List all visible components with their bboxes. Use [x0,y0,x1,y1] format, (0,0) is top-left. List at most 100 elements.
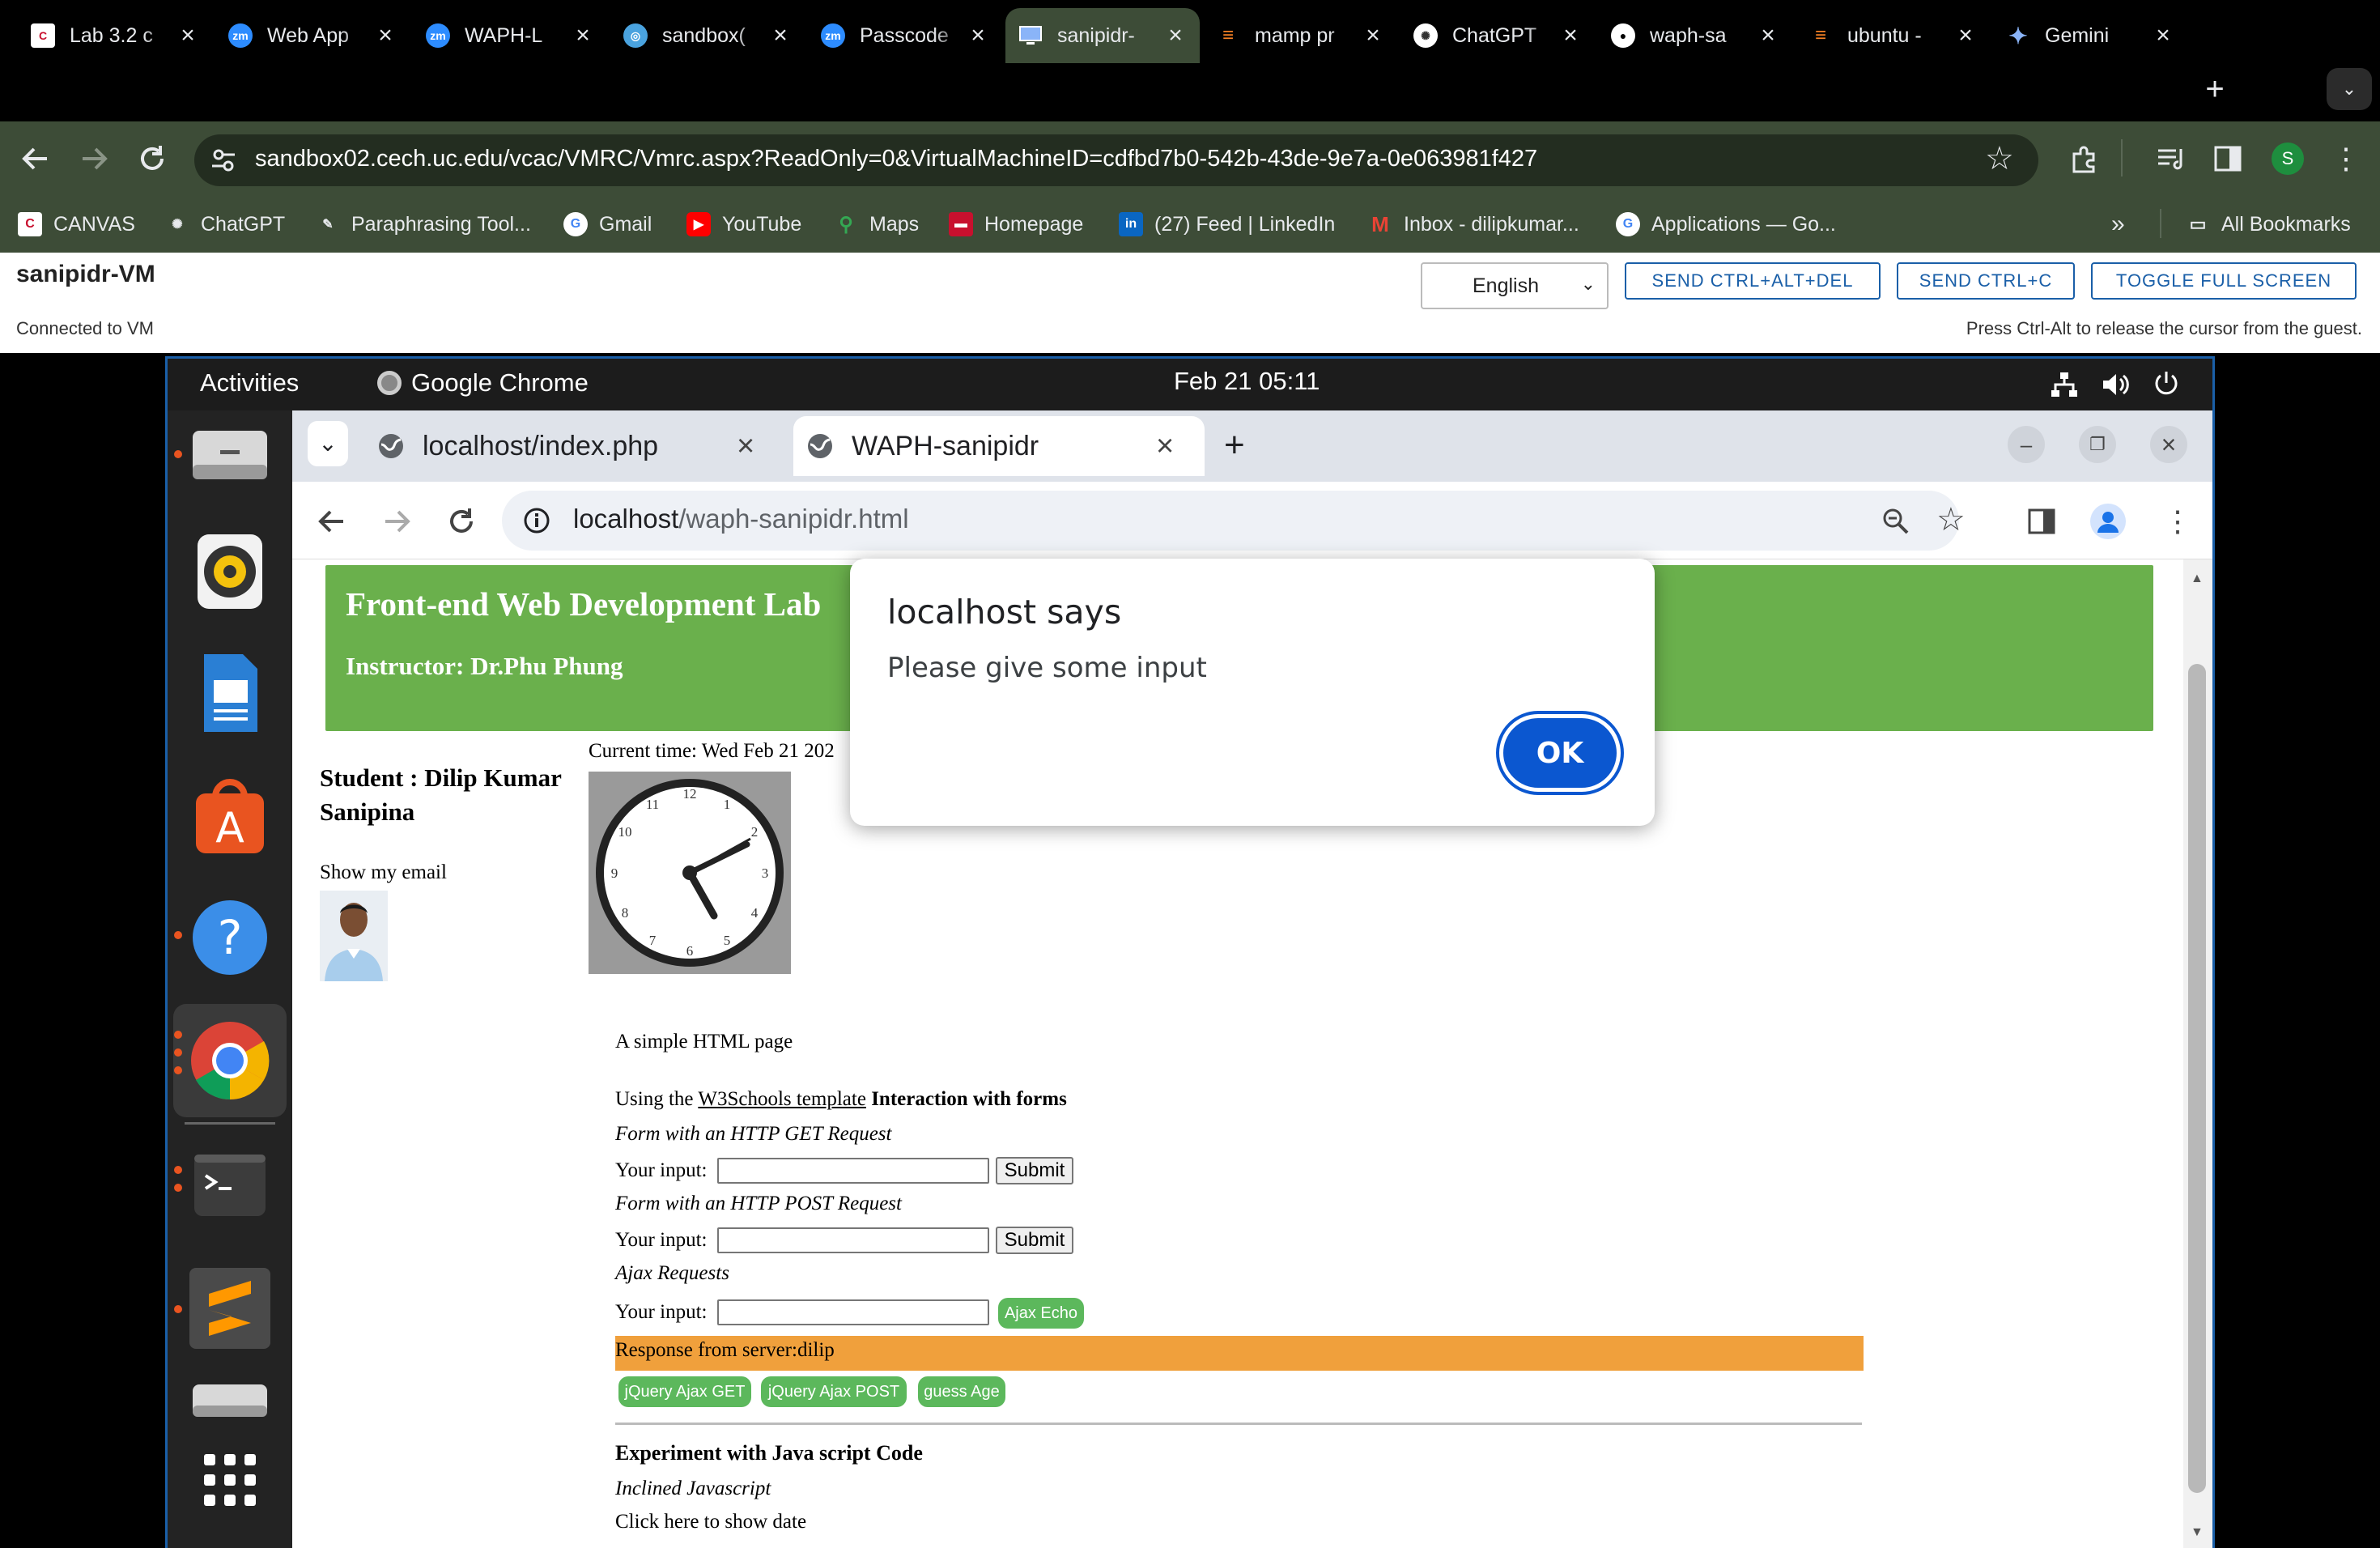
bookmark-item[interactable]: G Gmail [563,209,652,240]
guess-age-button[interactable]: guess Age [918,1376,1005,1407]
media-control-icon[interactable] [2157,144,2187,173]
more-bookmarks-icon[interactable]: » [2111,209,2125,240]
show-applications-icon[interactable] [188,1438,272,1522]
app-menu[interactable]: Google Chrome [377,368,589,398]
bookmark-item[interactable]: G Applications — Go... [1616,209,1836,240]
side-panel-icon[interactable] [2213,144,2242,173]
new-tab-icon[interactable]: + [2197,71,2233,107]
ok-button[interactable]: OK [1499,714,1621,792]
minimize-icon[interactable]: – [2008,426,2045,463]
bookmark-item[interactable]: in (27) Feed | LinkedIn [1119,209,1335,240]
outer-tab[interactable]: ✦ Gemini × [1993,8,2187,63]
outer-tab[interactable]: zm WAPH-L × [413,8,607,63]
back-icon[interactable] [316,505,348,538]
bookmark-item[interactable]: ✎ Paraphrasing Tool... [316,209,531,240]
close-tab-icon[interactable]: × [1156,429,1174,464]
app-center-icon[interactable]: A [188,772,272,857]
removable-drive-icon[interactable] [188,1376,272,1425]
outer-tab[interactable]: ● waph-sa × [1598,8,1792,63]
jquery-ajax-post-button[interactable]: jQuery Ajax POST [761,1376,907,1407]
sublime-text-icon[interactable] [188,1266,272,1350]
outer-tab[interactable]: ✺ ChatGPT × [1400,8,1595,63]
close-tab-icon[interactable]: × [1559,23,1582,48]
restore-icon[interactable]: ❐ [2079,426,2116,463]
ajax-echo-button[interactable]: Ajax Echo [998,1298,1084,1329]
show-date-link[interactable]: Click here to show date [615,1511,806,1533]
close-tab-icon[interactable]: × [1757,23,1779,48]
forward-icon[interactable] [380,505,413,538]
outer-tab[interactable]: ◎ sandbox( × [610,8,805,63]
bookmark-item[interactable]: ✺ ChatGPT [165,209,285,240]
menu-kebab-icon[interactable]: ⋮ [2331,142,2361,175]
jquery-ajax-get-button[interactable]: jQuery Ajax GET [618,1376,751,1407]
scrollbar-thumb[interactable] [2188,664,2206,1493]
profile-avatar[interactable]: S [2272,142,2304,175]
reload-icon[interactable] [136,142,168,175]
scroll-down-icon[interactable]: ▼ [2191,1525,2204,1540]
close-tab-icon[interactable]: × [737,429,754,464]
bookmark-item[interactable]: ▶ YouTube [686,209,801,240]
new-tab-icon[interactable]: + [1224,421,1245,470]
close-tab-icon[interactable]: × [769,23,792,48]
post-submit-button[interactable]: Submit [996,1227,1073,1254]
reload-icon[interactable] [445,505,478,538]
system-clock[interactable]: Feb 21 05:11 [1174,367,1320,396]
rhythmbox-icon[interactable] [188,529,272,614]
terminal-icon[interactable] [188,1143,272,1227]
bookmark-star-icon[interactable]: ☆ [1985,142,2014,175]
activities-button[interactable]: Activities [200,368,299,398]
toggle-full-screen-button[interactable]: TOGGLE FULL SCREEN [2091,262,2357,300]
back-icon[interactable] [19,142,52,175]
outer-tab[interactable]: zm Web App × [215,8,410,63]
side-panel-icon[interactable] [2027,507,2056,536]
volume-icon[interactable] [2100,371,2131,398]
w3schools-link[interactable]: W3Schools template [698,1088,866,1110]
bookmark-item[interactable]: C CANVAS [18,209,135,240]
close-tab-icon[interactable]: × [176,23,199,48]
help-icon[interactable]: ? [188,895,272,980]
language-select[interactable]: English ⌄ [1421,262,1609,309]
bookmark-item[interactable]: M Inbox - dilipkumar... [1368,209,1579,240]
files-drive-icon[interactable] [188,415,272,499]
scroll-up-icon[interactable]: ▲ [2191,572,2204,586]
outer-tab-active[interactable]: sanipidr- × [1005,8,1200,63]
info-icon[interactable] [523,507,550,534]
get-input-field[interactable] [717,1158,989,1184]
tab-search-icon[interactable]: ⌄ [308,421,348,466]
menu-kebab-icon[interactable]: ⋮ [2163,504,2192,539]
extensions-icon[interactable] [2068,142,2100,175]
network-icon[interactable] [2050,371,2079,398]
send-ctrl-c-button[interactable]: SEND CTRL+C [1897,262,2075,300]
forward-icon[interactable] [78,142,110,175]
power-icon[interactable] [2152,369,2181,398]
tab-search-icon[interactable]: ⌄ [2327,68,2372,110]
close-tab-icon[interactable]: × [967,23,989,48]
chrome-dock-icon[interactable] [188,1019,272,1103]
outer-tab[interactable]: C Lab 3.2 c × [18,8,212,63]
site-info-icon[interactable] [209,146,238,175]
all-bookmarks[interactable]: ▭ All Bookmarks [2186,209,2351,240]
outer-tab[interactable]: ≡ ubuntu - × [1796,8,1990,63]
post-input-field[interactable] [717,1227,989,1253]
get-submit-button[interactable]: Submit [996,1157,1073,1184]
send-ctrl-alt-del-button[interactable]: SEND CTRL+ALT+DEL [1625,262,1881,300]
inner-tab-active[interactable]: WAPH-sanipidr × [793,416,1205,476]
bookmark-item[interactable]: ▬ Homepage [949,209,1083,240]
outer-tab[interactable]: zm Passcode × [808,8,1002,63]
close-tab-icon[interactable]: × [572,23,594,48]
outer-tab[interactable]: ≡ mamp pr × [1203,8,1397,63]
close-tab-icon[interactable]: × [2152,23,2174,48]
close-tab-icon[interactable]: × [374,23,397,48]
libreoffice-writer-icon[interactable] [188,651,272,735]
inner-tab[interactable]: localhost/index.php × [364,416,785,476]
bookmark-star-icon[interactable]: ☆ [1936,504,1966,536]
close-window-icon[interactable]: × [2150,426,2187,463]
bookmark-item[interactable]: ⚲ Maps [834,209,919,240]
ajax-input-field[interactable] [717,1299,989,1325]
show-email-link[interactable]: Show my email [320,861,447,884]
profile-avatar[interactable] [2090,504,2126,539]
close-tab-icon[interactable]: × [1164,23,1187,48]
zoom-icon[interactable] [1881,507,1910,536]
close-tab-icon[interactable]: × [1362,23,1384,48]
close-tab-icon[interactable]: × [1954,23,1977,48]
